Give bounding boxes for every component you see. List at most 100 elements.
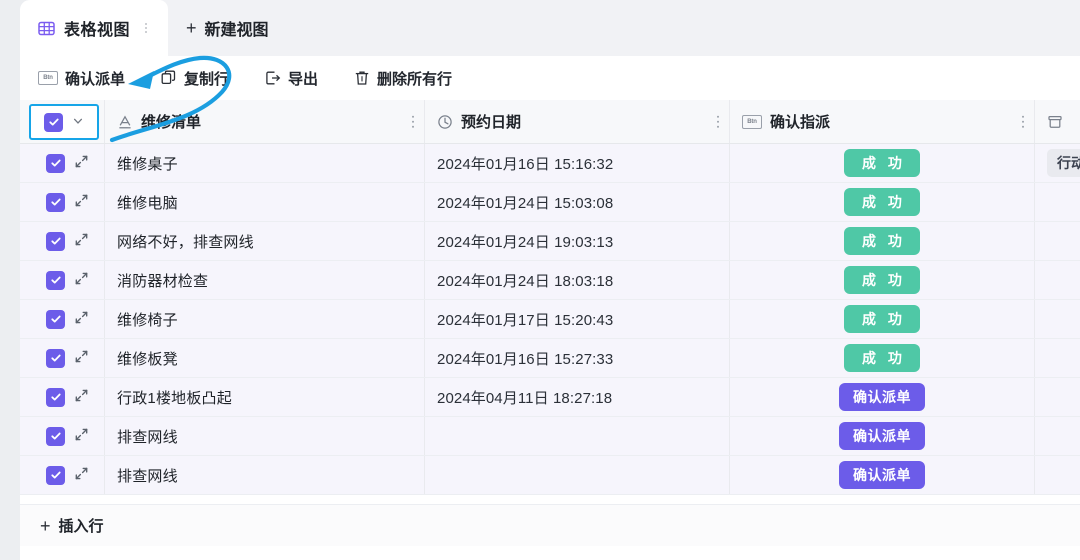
confirm-dispatch-button[interactable]: 确认派单 <box>839 422 925 450</box>
cell-assign: 成 功 <box>730 144 1035 182</box>
confirm-dispatch-button[interactable]: 确认派单 <box>839 461 925 489</box>
cell-assign: 成 功 <box>730 222 1035 260</box>
row-checkbox[interactable] <box>46 349 65 368</box>
toolbar-copy-row-label: 复制行 <box>184 68 229 89</box>
row-select-cell <box>20 144 105 182</box>
column-header-date[interactable]: 预约日期 <box>425 100 730 143</box>
cell-date[interactable]: 2024年01月24日 18:03:18 <box>425 261 730 299</box>
status-badge-success[interactable]: 成 功 <box>844 266 920 294</box>
export-icon <box>265 70 281 86</box>
cell-name[interactable]: 排查网线 <box>105 417 425 455</box>
row-checkbox[interactable] <box>46 193 65 212</box>
expand-row-icon[interactable] <box>74 232 89 251</box>
row-checkbox[interactable] <box>46 427 65 446</box>
row-action-button[interactable]: 行动 <box>1047 149 1080 177</box>
expand-row-icon[interactable] <box>74 427 89 446</box>
row-checkbox[interactable] <box>46 466 65 485</box>
clock-icon <box>437 114 453 130</box>
table-toolbar: Btn 确认派单 复制行 <box>20 56 1080 100</box>
column-header-name-label: 维修清单 <box>141 111 201 132</box>
toolbar-delete-all-rows[interactable]: 删除所有行 <box>354 64 466 93</box>
cell-name-text: 行政1楼地板凸起 <box>117 387 232 408</box>
row-checkbox[interactable] <box>46 232 65 251</box>
cell-date[interactable] <box>425 456 730 494</box>
more-vertical-icon[interactable] <box>139 23 153 33</box>
plus-icon: + <box>186 19 197 37</box>
cell-date[interactable]: 2024年01月16日 15:16:32 <box>425 144 730 182</box>
expand-row-icon[interactable] <box>74 271 89 290</box>
cell-date[interactable]: 2024年01月24日 19:03:13 <box>425 222 730 260</box>
cell-date-text: 2024年01月17日 15:20:43 <box>437 309 613 330</box>
archive-icon <box>1047 114 1063 130</box>
row-checkbox[interactable] <box>46 271 65 290</box>
table-row: 维修电脑 2024年01月24日 15:03:08 成 功 <box>20 183 1080 222</box>
cell-assign: 确认派单 <box>730 417 1035 455</box>
table-header-row: 维修清单 预约日期 Btn 确认指派 <box>20 100 1080 144</box>
cell-assign: 成 功 <box>730 183 1035 221</box>
cell-action <box>1035 378 1080 416</box>
status-badge-success[interactable]: 成 功 <box>844 188 920 216</box>
column-header-name[interactable]: 维修清单 <box>105 100 425 143</box>
cell-action: 行动 <box>1035 144 1080 182</box>
cell-action <box>1035 300 1080 338</box>
cell-date-text: 2024年01月24日 19:03:13 <box>437 231 613 252</box>
cell-name-text: 维修桌子 <box>117 153 178 174</box>
cell-name-text: 维修电脑 <box>117 192 178 213</box>
tab-new-view[interactable]: + 新建视图 <box>168 0 287 56</box>
table-body: 维修桌子 2024年01月16日 15:16:32 成 功 行动维修电脑 2024年01… <box>20 144 1080 495</box>
cell-name[interactable]: 维修桌子 <box>105 144 425 182</box>
status-badge-success[interactable]: 成 功 <box>844 227 920 255</box>
select-all-checkbox[interactable] <box>44 113 63 132</box>
expand-row-icon[interactable] <box>74 154 89 173</box>
cell-assign: 确认派单 <box>730 456 1035 494</box>
cell-date[interactable]: 2024年04月11日 18:27:18 <box>425 378 730 416</box>
chevron-down-icon[interactable] <box>72 115 84 129</box>
cell-date[interactable]: 2024年01月24日 15:03:08 <box>425 183 730 221</box>
cell-date[interactable]: 2024年01月16日 15:27:33 <box>425 339 730 377</box>
toolbar-confirm-dispatch[interactable]: Btn 确认派单 <box>38 64 139 93</box>
expand-row-icon[interactable] <box>74 193 89 212</box>
row-checkbox[interactable] <box>46 388 65 407</box>
insert-row-button[interactable]: + 插入行 <box>20 504 1080 546</box>
row-select-cell <box>20 378 105 416</box>
cell-name[interactable]: 网络不好，排查网线 <box>105 222 425 260</box>
cell-name[interactable]: 维修板凳 <box>105 339 425 377</box>
status-badge-success[interactable]: 成 功 <box>844 344 920 372</box>
text-field-icon <box>117 114 133 130</box>
expand-row-icon[interactable] <box>74 388 89 407</box>
expand-row-icon[interactable] <box>74 349 89 368</box>
tab-new-view-label: 新建视图 <box>205 16 269 40</box>
cell-assign: 确认派单 <box>730 378 1035 416</box>
cell-date[interactable]: 2024年01月17日 15:20:43 <box>425 300 730 338</box>
column-header-assign[interactable]: Btn 确认指派 <box>730 100 1035 143</box>
expand-row-icon[interactable] <box>74 466 89 485</box>
row-checkbox[interactable] <box>46 154 65 173</box>
column-menu-icon-assign[interactable] <box>1022 115 1025 128</box>
status-badge-success[interactable]: 成 功 <box>844 149 920 177</box>
cell-name[interactable]: 排查网线 <box>105 456 425 494</box>
expand-row-icon[interactable] <box>74 310 89 329</box>
cell-name-text: 维修板凳 <box>117 348 178 369</box>
cell-name-text: 网络不好，排查网线 <box>117 231 254 252</box>
select-all-cell[interactable] <box>20 100 105 143</box>
column-header-action[interactable] <box>1035 100 1080 143</box>
table-row: 排查网线 确认派单 <box>20 417 1080 456</box>
confirm-dispatch-button[interactable]: 确认派单 <box>839 383 925 411</box>
table-panel: 表格视图 + 新建视图 Btn 确认派单 复制行 <box>20 0 1080 560</box>
data-table: 维修清单 预约日期 Btn 确认指派 <box>20 100 1080 504</box>
cell-assign: 成 功 <box>730 261 1035 299</box>
row-checkbox[interactable] <box>46 310 65 329</box>
cell-name[interactable]: 消防器材检查 <box>105 261 425 299</box>
column-menu-icon-name[interactable] <box>412 115 415 128</box>
cell-date[interactable] <box>425 417 730 455</box>
cell-name[interactable]: 行政1楼地板凸起 <box>105 378 425 416</box>
toolbar-export[interactable]: 导出 <box>265 64 332 93</box>
cell-name[interactable]: 维修椅子 <box>105 300 425 338</box>
cell-action <box>1035 222 1080 260</box>
toolbar-copy-row[interactable]: 复制行 <box>161 64 243 93</box>
column-menu-icon-date[interactable] <box>717 115 720 128</box>
toolbar-delete-all-rows-label: 删除所有行 <box>377 68 452 89</box>
tab-table-view[interactable]: 表格视图 <box>20 0 168 56</box>
cell-name[interactable]: 维修电脑 <box>105 183 425 221</box>
status-badge-success[interactable]: 成 功 <box>844 305 920 333</box>
